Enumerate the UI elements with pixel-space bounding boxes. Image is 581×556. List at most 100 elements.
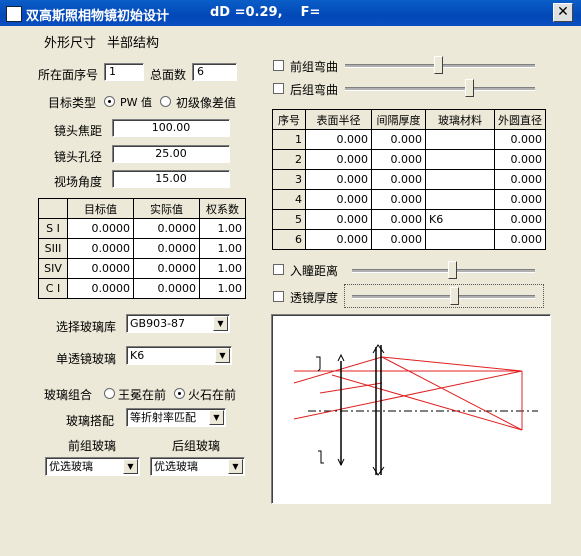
table-cell[interactable]: 0.000 <box>371 189 426 210</box>
table-cell[interactable]: 0.000 <box>494 229 546 250</box>
table-row: 3 0.000 0.000 0.000 <box>272 169 546 190</box>
pupil-distance-slider-track[interactable] <box>352 269 535 273</box>
table-cell[interactable] <box>425 189 495 210</box>
lens-thickness-slider-thumb[interactable] <box>450 287 459 305</box>
single-lens-glass-select[interactable]: K6 ▼ <box>126 346 232 365</box>
total-surfaces-input[interactable]: 6 <box>192 63 237 81</box>
pupil-distance-checkbox[interactable] <box>273 264 284 275</box>
table-header-row: 序号 表面半径 间隔厚度 玻璃材料 外圆直径 <box>272 109 546 130</box>
table-cell[interactable]: 1.00 <box>199 278 246 299</box>
row-header: S I <box>38 218 68 239</box>
table-cell[interactable]: 0.000 <box>305 169 372 190</box>
table-cell[interactable]: 0.0000 <box>67 218 134 239</box>
lens-thickness-slider-track[interactable] <box>352 295 535 299</box>
window-title: 双高斯照相物镜初始设计 <box>26 9 170 24</box>
surface-index-label: 所在面序号 <box>38 68 99 82</box>
table-cell[interactable]: 0.000 <box>371 169 426 190</box>
aperture-mark <box>318 450 324 464</box>
field-angle-label: 视场角度 <box>54 175 103 189</box>
field-angle-input[interactable]: 15.00 <box>112 170 230 188</box>
table-cell[interactable]: 0.000 <box>494 209 546 230</box>
front-bend-slider-thumb[interactable] <box>434 56 443 74</box>
chevron-down-icon[interactable]: ▼ <box>123 459 138 474</box>
focal-length-input[interactable]: 100.00 <box>112 119 230 137</box>
table-cell[interactable] <box>425 149 495 170</box>
menu-half-structure[interactable]: 半部结构 <box>107 32 159 51</box>
front-bend-checkbox[interactable] <box>273 60 284 71</box>
table-row: 5 0.000 0.000 K6 0.000 <box>272 209 546 230</box>
surface-table: 序号 表面半径 间隔厚度 玻璃材料 外圆直径 1 0.000 0.000 0.0… <box>272 109 546 250</box>
row-header: 6 <box>272 229 306 250</box>
column-header: 权系数 <box>199 198 246 219</box>
total-surfaces-label: 总面数 <box>150 68 187 82</box>
glass-match-select[interactable]: 等折射率匹配 ▼ <box>126 408 226 427</box>
table-cell[interactable] <box>425 229 495 250</box>
lens-element-bottom <box>372 466 385 476</box>
app-icon <box>6 6 22 22</box>
table-cell[interactable]: 0.000 <box>305 209 372 230</box>
table-cell[interactable]: 0.0000 <box>133 238 200 259</box>
crown-front-radio[interactable] <box>104 388 115 399</box>
table-cell[interactable]: 0.000 <box>494 189 546 210</box>
primary-aberration-label: 初级像差值 <box>176 96 237 110</box>
table-cell[interactable]: 0.0000 <box>133 258 200 279</box>
table-cell[interactable]: 0.000 <box>371 149 426 170</box>
table-cell[interactable]: 0.0000 <box>67 258 134 279</box>
glass-library-label: 选择玻璃库 <box>56 320 117 334</box>
chevron-down-icon[interactable]: ▼ <box>213 316 228 331</box>
table-cell[interactable]: 0.0000 <box>67 238 134 259</box>
rear-bend-slider-track[interactable] <box>345 87 535 91</box>
column-header: 玻璃材料 <box>425 109 495 130</box>
rear-bend-checkbox[interactable] <box>273 83 284 94</box>
glass-library-select[interactable]: GB903-87 ▼ <box>126 314 230 333</box>
lens-ray-diagram-svg <box>293 344 538 476</box>
chevron-down-icon[interactable]: ▼ <box>209 410 224 425</box>
surface-index-input[interactable]: 1 <box>104 63 144 81</box>
aberration-table: 目标值 实际值 权系数 S I 0.0000 0.0000 1.00 SIII … <box>38 198 246 299</box>
chevron-down-icon[interactable]: ▼ <box>228 459 243 474</box>
table-cell[interactable]: 0.000 <box>371 209 426 230</box>
aperture-input[interactable]: 25.00 <box>112 145 230 163</box>
table-cell[interactable]: 0.0000 <box>133 218 200 239</box>
table-cell[interactable]: 0.000 <box>371 229 426 250</box>
table-row: C I 0.0000 0.0000 1.00 <box>38 278 246 299</box>
ray-line <box>381 356 523 431</box>
table-cell[interactable] <box>425 169 495 190</box>
table-cell[interactable]: 0.000 <box>494 149 546 170</box>
table-cell[interactable]: 0.000 <box>371 129 426 150</box>
lens-thickness-checkbox[interactable] <box>273 291 284 302</box>
table-cell[interactable]: 0.0000 <box>67 278 134 299</box>
chevron-down-icon[interactable]: ▼ <box>215 348 230 363</box>
table-cell[interactable]: 1.00 <box>199 258 246 279</box>
rear-glass-label: 后组玻璃 <box>172 439 221 453</box>
table-row: S I 0.0000 0.0000 1.00 <box>38 218 246 239</box>
table-cell[interactable]: K6 <box>425 209 495 230</box>
front-glass-select[interactable]: 优选玻璃 ▼ <box>45 457 140 476</box>
rear-bend-slider-thumb[interactable] <box>465 79 474 97</box>
column-header: 间隔厚度 <box>371 109 426 130</box>
table-cell[interactable] <box>425 129 495 150</box>
aperture-label: 镜头孔径 <box>54 150 103 164</box>
pupil-distance-slider-thumb[interactable] <box>448 261 457 279</box>
table-cell[interactable]: 0.000 <box>305 189 372 210</box>
surface-table-container: 序号 表面半径 间隔厚度 玻璃材料 外圆直径 1 0.000 0.000 0.0… <box>272 109 546 250</box>
table-cell[interactable]: 0.000 <box>305 149 372 170</box>
table-row: 1 0.000 0.000 0.000 <box>272 129 546 150</box>
flint-front-radio[interactable] <box>174 388 185 399</box>
rear-glass-select[interactable]: 优选玻璃 ▼ <box>150 457 245 476</box>
pw-value-label: PW 值 <box>120 96 153 109</box>
table-cell[interactable]: 0.000 <box>494 169 546 190</box>
menu-shape-size[interactable]: 外形尺寸 <box>44 32 96 51</box>
row-header: 4 <box>272 189 306 210</box>
pw-value-radio[interactable] <box>104 96 115 107</box>
table-cell[interactable]: 1.00 <box>199 218 246 239</box>
table-cell[interactable]: 0.000 <box>305 229 372 250</box>
close-button[interactable]: ✕ <box>553 3 573 22</box>
table-cell[interactable]: 0.000 <box>305 129 372 150</box>
aberration-table-container: 目标值 实际值 权系数 S I 0.0000 0.0000 1.00 SIII … <box>38 198 246 299</box>
table-cell[interactable]: 0.000 <box>494 129 546 150</box>
table-cell[interactable]: 1.00 <box>199 238 246 259</box>
table-cell[interactable]: 0.0000 <box>133 278 200 299</box>
primary-aberration-radio[interactable] <box>160 96 171 107</box>
glass-library-value: GB903-87 <box>130 317 186 330</box>
